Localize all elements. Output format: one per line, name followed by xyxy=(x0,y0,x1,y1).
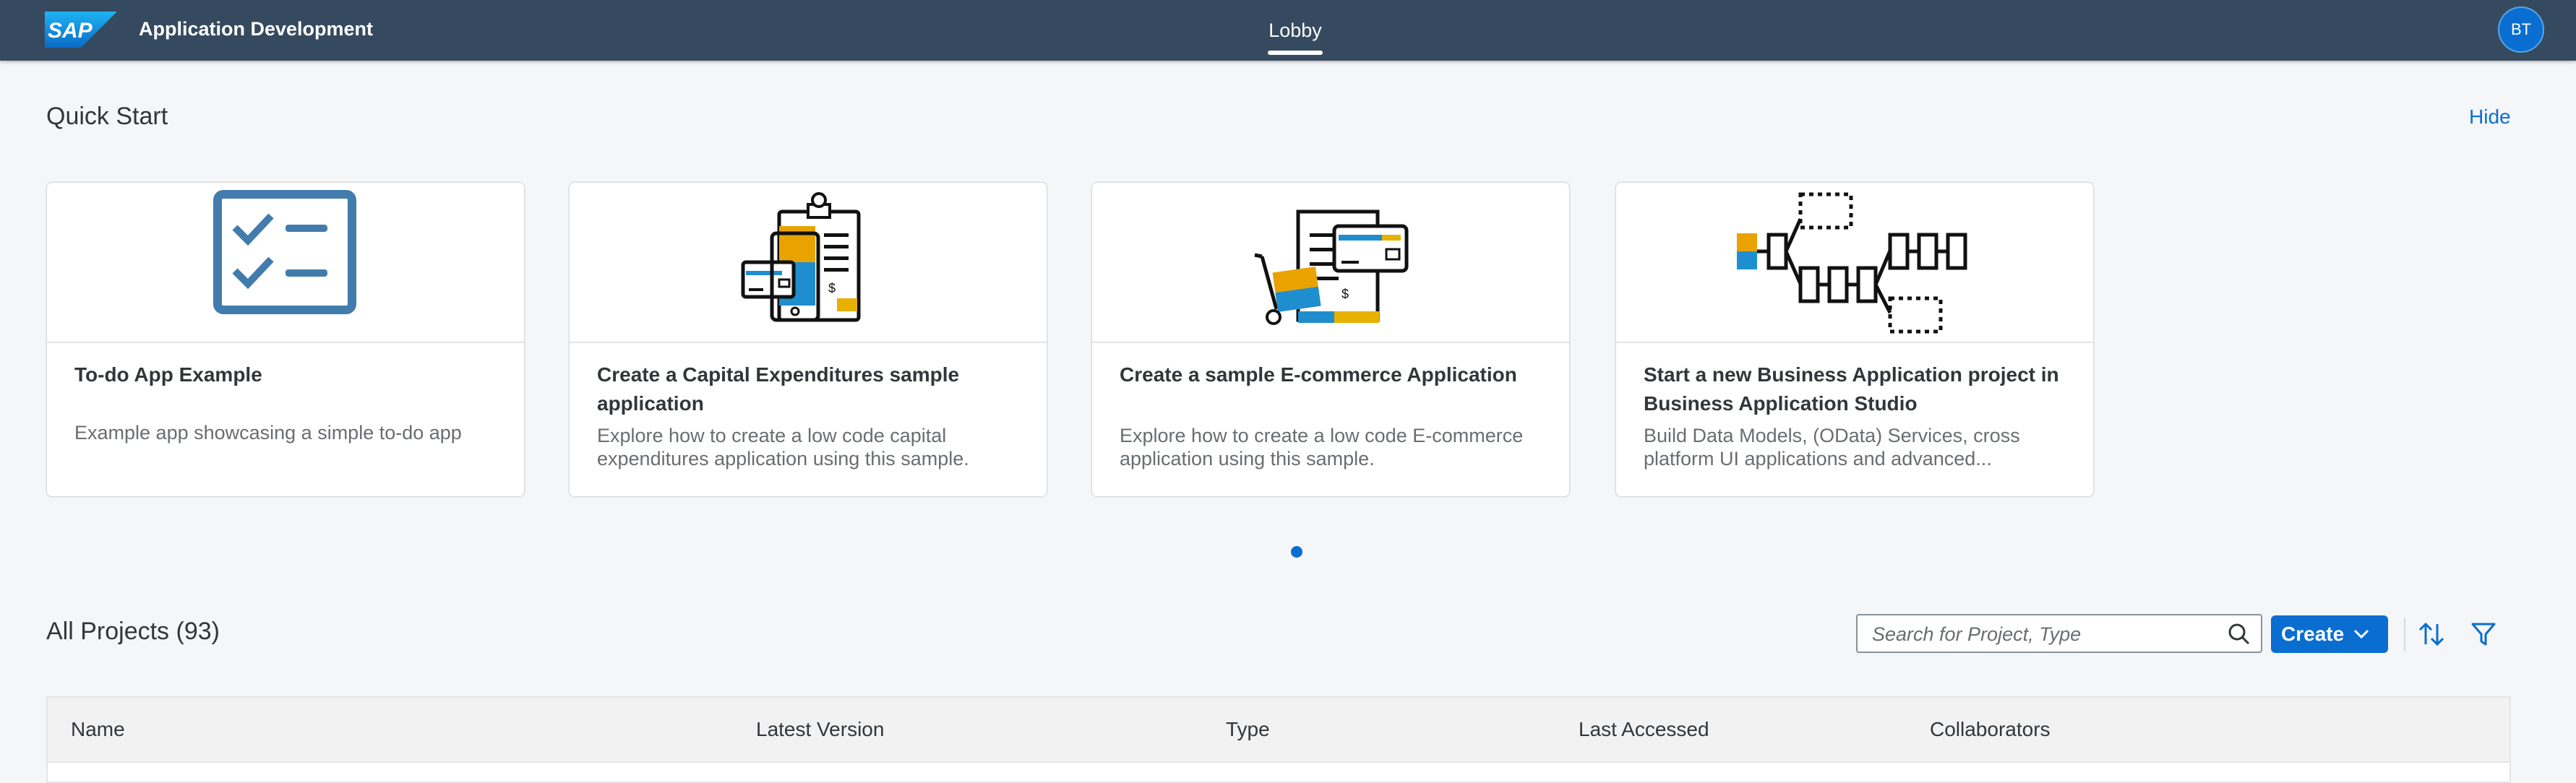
todo-checklist-icon xyxy=(213,190,356,314)
table-header: Name Latest Version Type Last Accessed C… xyxy=(48,698,2510,763)
card-title: Start a new Business Application project… xyxy=(1644,363,2059,415)
sap-logo[interactable]: SAP xyxy=(45,12,117,48)
capital-expenditures-icon: $ xyxy=(741,192,861,322)
card-title: Create a Capital Expenditures sample app… xyxy=(597,363,960,415)
hide-link[interactable]: Hide xyxy=(2469,105,2511,129)
search-input[interactable] xyxy=(1871,621,2213,647)
quick-start-card-capex[interactable]: $ Create a Capital Expenditures sample a… xyxy=(569,182,1047,497)
column-header-latest-version[interactable]: Latest Version xyxy=(756,718,884,741)
search-icon[interactable] xyxy=(2228,623,2251,649)
project-search[interactable] xyxy=(1856,614,2262,653)
carousel-page-indicator[interactable] xyxy=(1291,546,1302,558)
create-button[interactable]: Create xyxy=(2271,615,2388,653)
filter-icon[interactable] xyxy=(2470,621,2496,651)
column-header-collaborators[interactable]: Collaborators xyxy=(1930,718,2051,741)
svg-text:$: $ xyxy=(1341,287,1349,301)
chevron-down-icon xyxy=(2354,629,2369,639)
app-title: Application Development xyxy=(139,18,374,40)
business-application-icon xyxy=(1737,192,1967,334)
shell-header: SAP Application Development Lobby BT xyxy=(0,0,2576,61)
all-projects-title: All Projects (93) xyxy=(46,618,220,645)
svg-text:SAP: SAP xyxy=(48,19,93,43)
card-description: Build Data Models, (OData) Services, cro… xyxy=(1644,425,2020,470)
quick-start-card-todo[interactable]: To-do App Example Example app showcasing… xyxy=(46,182,525,497)
tab-lobby-indicator xyxy=(1268,51,1323,55)
svg-text:$: $ xyxy=(828,281,836,295)
card-description: Example app showcasing a simple to-do ap… xyxy=(74,422,462,444)
column-header-name[interactable]: Name xyxy=(71,718,125,741)
sort-icon[interactable] xyxy=(2417,621,2446,651)
quick-start-card-ecommerce[interactable]: $ Create a sample E-commerce Application… xyxy=(1091,182,1570,497)
user-avatar[interactable]: BT xyxy=(2498,7,2544,53)
card-title: Create a sample E-commerce Application xyxy=(1120,363,1517,386)
card-description: Explore how to create a low code E-comme… xyxy=(1120,425,1524,470)
ecommerce-icon: $ xyxy=(1254,209,1409,325)
column-header-type[interactable]: Type xyxy=(1226,718,1270,741)
column-header-last-accessed[interactable]: Last Accessed xyxy=(1579,718,1709,741)
card-title: To-do App Example xyxy=(74,363,262,386)
projects-table: Name Latest Version Type Last Accessed C… xyxy=(46,696,2511,783)
card-description: Explore how to create a low code capital… xyxy=(597,425,969,470)
create-button-label: Create xyxy=(2281,623,2345,645)
quick-start-title: Quick Start xyxy=(46,103,168,130)
quick-start-card-business-app[interactable]: Start a new Business Application project… xyxy=(1615,182,2094,497)
toolbar-separator xyxy=(2404,618,2405,652)
